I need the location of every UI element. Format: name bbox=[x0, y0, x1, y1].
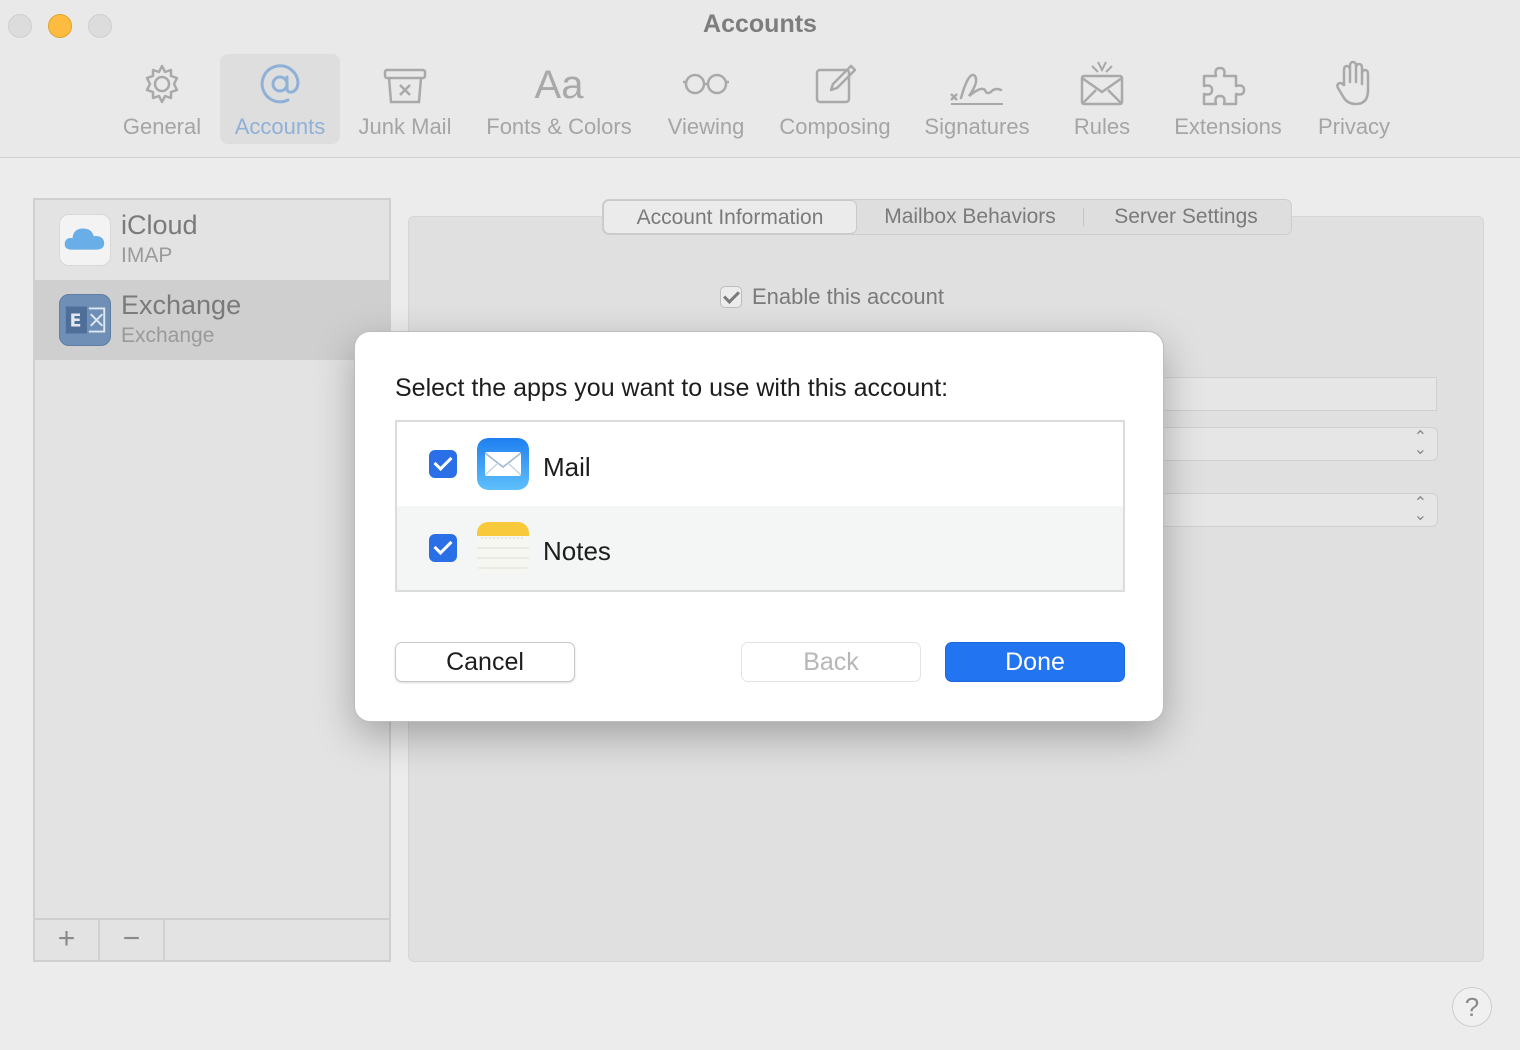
app-list: Mail Notes bbox=[395, 420, 1125, 592]
mail-preferences-window: Accounts General Accounts Junk Mail Aa F… bbox=[0, 0, 1520, 1050]
done-button[interactable]: Done bbox=[945, 642, 1125, 682]
app-name: Notes bbox=[543, 536, 611, 566]
back-button[interactable]: Back bbox=[741, 642, 921, 682]
notes-app-icon bbox=[477, 522, 529, 574]
app-name: Mail bbox=[543, 452, 591, 482]
mail-checkbox[interactable] bbox=[429, 450, 457, 478]
list-item-notes[interactable]: Notes bbox=[397, 506, 1123, 590]
cancel-button[interactable]: Cancel bbox=[395, 642, 575, 682]
sheet-prompt: Select the apps you want to use with thi… bbox=[395, 374, 949, 402]
select-apps-sheet: Select the apps you want to use with thi… bbox=[354, 331, 1164, 722]
mail-app-icon bbox=[477, 438, 529, 490]
notes-checkbox[interactable] bbox=[429, 534, 457, 562]
list-item-mail[interactable]: Mail bbox=[397, 422, 1123, 506]
